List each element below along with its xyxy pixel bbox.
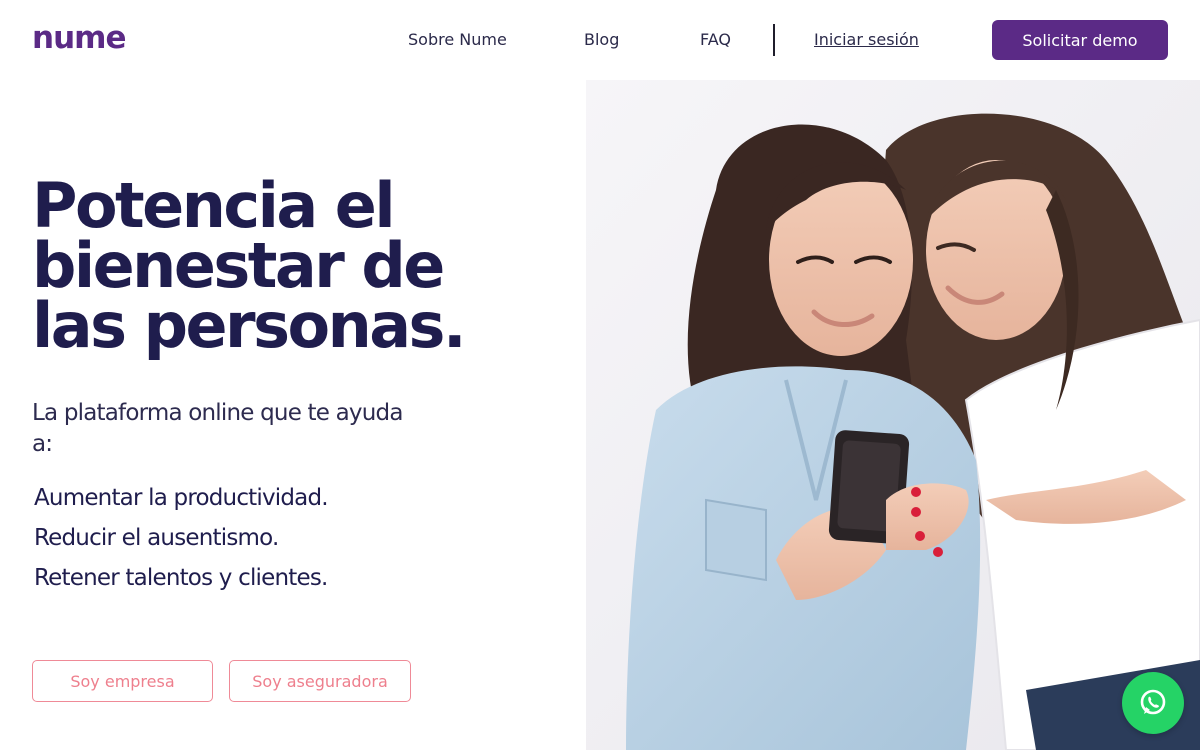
hero-title: Potencia el bienestar de las personas. [32,169,467,362]
hero-photo-two-women-phone [586,80,1200,750]
landing-page: nume Sobre Nume Blog FAQ Iniciar sesión … [0,0,1200,750]
hero-title-line-1: Potencia el [32,169,396,242]
nume-logo[interactable]: nume [32,20,126,56]
request-demo-button[interactable]: Solicitar demo [992,20,1168,60]
soy-aseguradora-button[interactable]: Soy aseguradora [229,660,411,702]
benefits-list: Aumentar la productividad. Reducir el au… [34,478,329,598]
nav-sobre-nume[interactable]: Sobre Nume [408,29,507,51]
whatsapp-icon [1140,689,1166,715]
benefit-retention: Retener talentos y clientes. [34,565,328,591]
benefit-productivity: Aumentar la productividad. [34,485,329,511]
hero-title-line-2: bienestar de [32,229,445,302]
hero-subtitle: La plataforma online que te ayuda a: [32,400,403,457]
nav-login-link[interactable]: Iniciar sesión [814,29,919,51]
nav-faq[interactable]: FAQ [700,29,731,51]
soy-empresa-button[interactable]: Soy empresa [32,660,213,702]
nav-blog[interactable]: Blog [584,29,619,51]
hero-title-line-3: las personas. [32,289,467,362]
benefit-absenteeism: Reducir el ausentismo. [34,525,279,551]
nav-divider [773,24,775,56]
whatsapp-button[interactable] [1122,672,1184,734]
